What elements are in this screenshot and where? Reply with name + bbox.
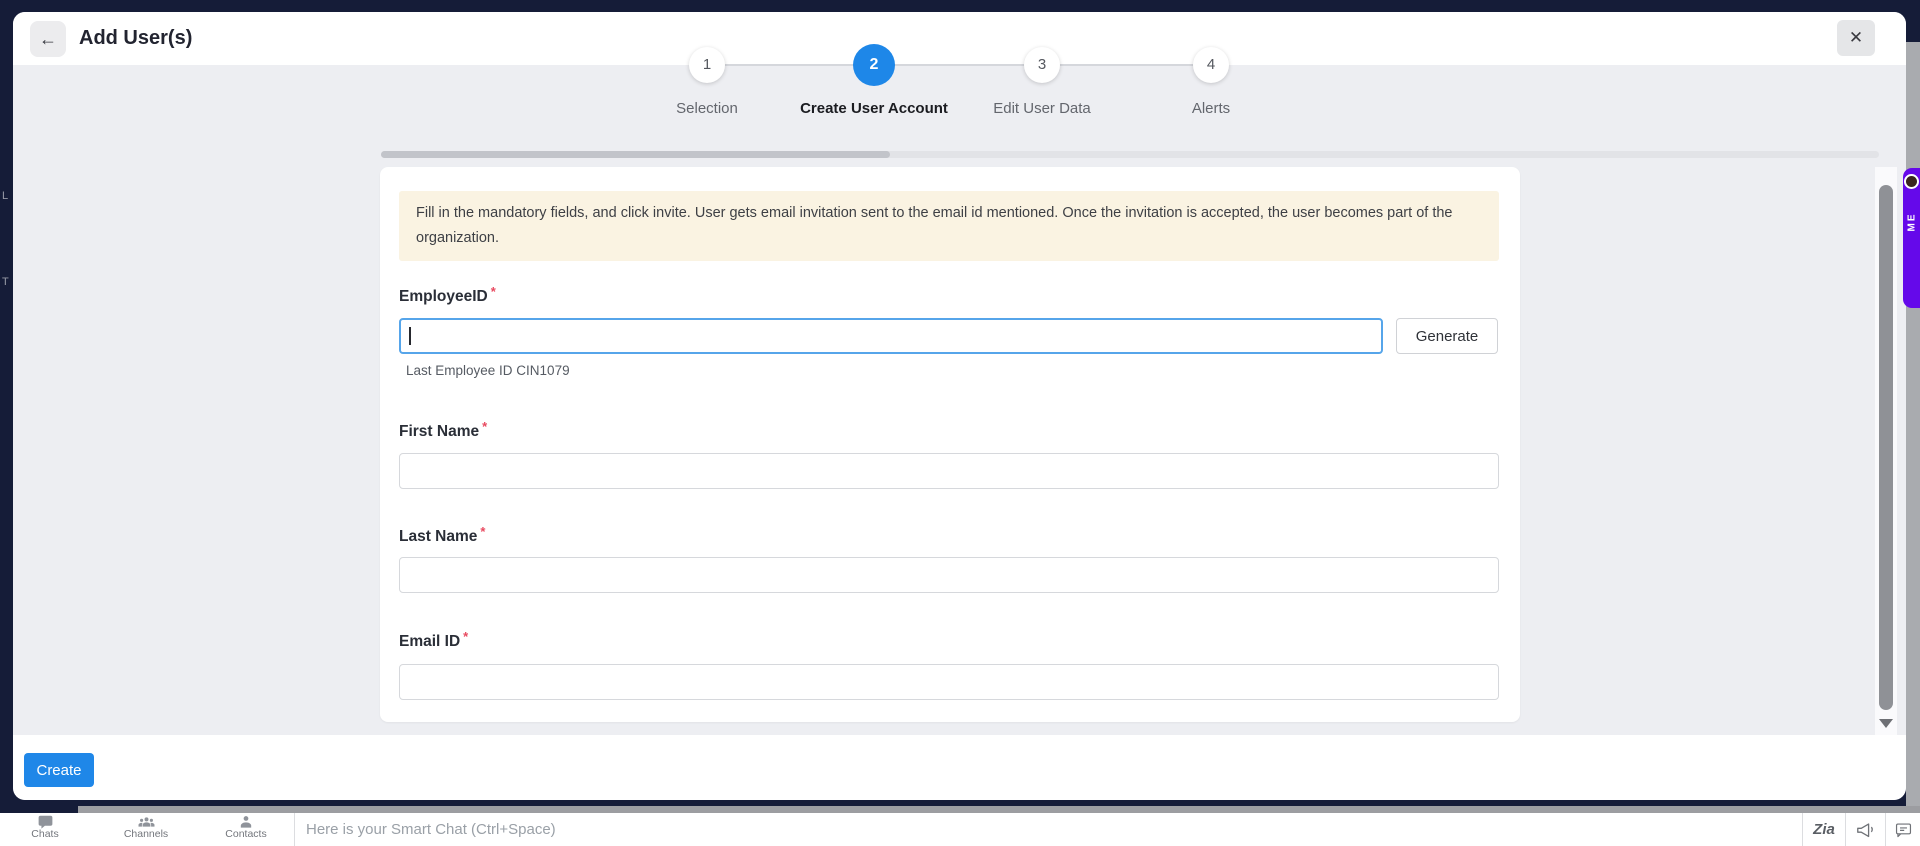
bottom-nav-contacts[interactable]: Contacts xyxy=(204,813,288,846)
close-button[interactable]: ✕ xyxy=(1837,20,1875,56)
create-user-account-card: Fill in the mandatory fields, and click … xyxy=(380,167,1520,722)
stepper-step-1-circle[interactable]: 1 xyxy=(689,47,725,83)
smart-chat-input[interactable] xyxy=(306,813,946,846)
bottom-nav-label: Channels xyxy=(123,828,169,840)
stepper-connector-line xyxy=(707,64,1211,66)
text-caret xyxy=(409,327,411,345)
last-name-label: Last Name * xyxy=(399,524,485,546)
required-asterisk: * xyxy=(480,524,486,539)
comment-box-icon xyxy=(1895,822,1911,837)
employee-id-label: EmployeeID * xyxy=(399,284,496,306)
email-id-field[interactable] xyxy=(399,664,1499,700)
last-name-field[interactable] xyxy=(399,557,1499,593)
back-button[interactable]: ← xyxy=(30,21,66,57)
first-name-field[interactable] xyxy=(399,453,1499,489)
stepper-step-2-circle-active[interactable]: 2 xyxy=(853,44,895,86)
stepper-step-3-circle[interactable]: 3 xyxy=(1024,47,1060,83)
people-group-icon xyxy=(138,817,154,827)
required-asterisk: * xyxy=(482,419,488,434)
bottom-nav-chats[interactable]: Chats xyxy=(3,813,87,846)
employee-id-label-text: EmployeeID xyxy=(399,288,488,305)
left-edge-text-fragment: T xyxy=(2,276,9,288)
stepper-step-4-label[interactable]: Alerts xyxy=(1101,100,1321,117)
bottom-divider-strip xyxy=(78,806,1920,813)
page-title: Add User(s) xyxy=(79,27,193,49)
modal-footer: Create xyxy=(13,735,1906,800)
bottom-nav-label: Contacts xyxy=(225,828,267,840)
info-banner: Fill in the mandatory fields, and click … xyxy=(399,191,1499,261)
scroll-down-arrow[interactable] xyxy=(1879,719,1893,728)
horizontal-scrollbar-track[interactable] xyxy=(381,151,1879,158)
email-id-label: Email ID * xyxy=(399,629,468,651)
last-name-label-text: Last Name xyxy=(399,528,478,545)
side-widget-label: ME xyxy=(1906,212,1918,232)
back-arrow-icon: ← xyxy=(39,29,57,49)
bottom-nav-channels[interactable]: Channels xyxy=(104,813,188,846)
side-widget-avatar-icon xyxy=(1904,174,1919,189)
chat-bubble-icon xyxy=(38,815,52,829)
employee-id-field[interactable] xyxy=(399,318,1383,354)
last-employee-id-hint: Last Employee ID CIN1079 xyxy=(406,363,570,378)
horizontal-scrollbar-thumb[interactable] xyxy=(381,151,890,158)
zia-assistant-icon[interactable]: Zia xyxy=(1803,813,1845,846)
megaphone-icon xyxy=(1856,823,1873,838)
modal-header: ← Add User(s) ✕ xyxy=(13,12,1906,65)
create-button[interactable]: Create xyxy=(24,753,94,787)
required-asterisk: * xyxy=(463,629,469,644)
side-widget-tab[interactable]: ME xyxy=(1903,168,1920,308)
feedback-icon[interactable] xyxy=(1886,813,1920,846)
first-name-label-text: First Name xyxy=(399,423,480,440)
announcements-icon[interactable] xyxy=(1846,813,1884,846)
first-name-label: First Name * xyxy=(399,419,487,441)
email-id-label-text: Email ID xyxy=(399,633,461,650)
smart-chat-bar: Chats Channels Contacts Zia xyxy=(0,813,1920,846)
left-edge-text-fragment: L xyxy=(2,190,9,202)
stepper-step-4-circle[interactable]: 4 xyxy=(1193,47,1229,83)
bottom-bar-divider xyxy=(294,813,295,846)
generate-button[interactable]: Generate xyxy=(1396,318,1498,354)
vertical-scrollbar-track[interactable] xyxy=(1875,167,1897,740)
window-edge-strip xyxy=(1906,42,1920,813)
add-users-modal: ← Add User(s) ✕ 1 2 3 4 Selection Create… xyxy=(13,12,1906,800)
close-icon: ✕ xyxy=(1848,28,1864,47)
app-window: L T ← Add User(s) ✕ 1 2 3 4 Selection Cr… xyxy=(0,0,1920,846)
required-asterisk: * xyxy=(490,284,496,299)
bottom-nav-label: Chats xyxy=(31,828,59,840)
person-icon xyxy=(240,816,252,828)
vertical-scrollbar-thumb[interactable] xyxy=(1879,185,1893,710)
